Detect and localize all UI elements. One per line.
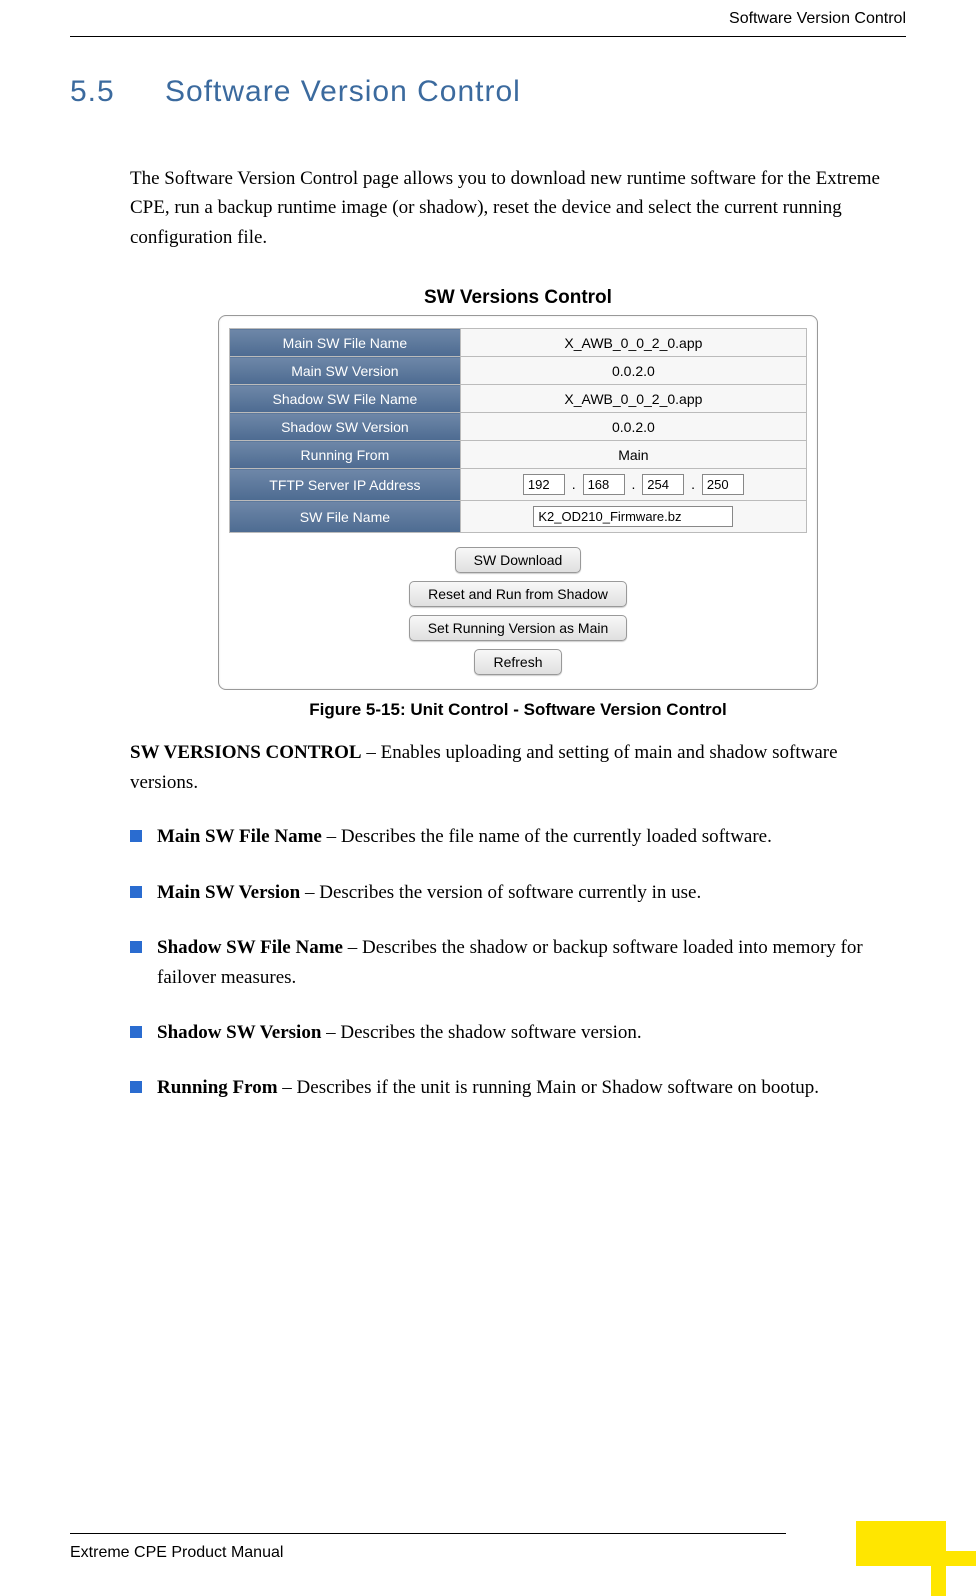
list-item-term: Running From — [157, 1077, 278, 1098]
table-row: Shadow SW File Name X_AWB_0_0_2_0.app — [230, 385, 807, 413]
sw-versions-screenshot: SW Versions Control Main SW File Name X_… — [218, 287, 818, 690]
running-header: Software Version Control — [70, 10, 906, 28]
list-item-desc: – Describes if the unit is running Main … — [278, 1077, 819, 1098]
row-value: 0.0.2.0 — [460, 357, 806, 385]
list-item-desc: – Describes the shadow software version. — [321, 1022, 641, 1043]
table-row: SW File Name — [230, 501, 807, 533]
square-bullet-icon — [130, 1081, 142, 1093]
sw-config-table: Main SW File Name X_AWB_0_0_2_0.app Main… — [229, 328, 807, 533]
square-bullet-icon — [130, 1026, 142, 1038]
list-item-text: Main SW Version – Describes the version … — [157, 878, 906, 907]
bullet-list: Main SW File Name – Describes the file n… — [130, 822, 906, 1103]
row-value: X_AWB_0_0_2_0.app — [460, 329, 806, 357]
header-rule — [70, 36, 906, 37]
figure-caption: Figure 5-15: Unit Control - Software Ver… — [130, 700, 906, 720]
square-bullet-icon — [130, 886, 142, 898]
row-label: Shadow SW File Name — [230, 385, 461, 413]
section-title-text: Software Version Control — [165, 75, 521, 108]
list-item-term: Shadow SW Version — [157, 1022, 321, 1043]
page-footer: Extreme CPE Product Manual 63 — [70, 1544, 906, 1562]
section-body: 5.5Software Version Control The Software… — [70, 75, 906, 1129]
sw-file-name-input[interactable] — [533, 506, 733, 527]
set-running-main-button[interactable]: Set Running Version as Main — [409, 615, 628, 641]
row-value: Main — [460, 441, 806, 469]
refresh-button[interactable]: Refresh — [474, 649, 561, 675]
button-stack: SW Download Reset and Run from Shadow Se… — [229, 543, 807, 679]
square-bullet-icon — [130, 941, 142, 953]
sw-file-name-cell — [460, 501, 806, 533]
sw-download-button[interactable]: SW Download — [455, 547, 582, 573]
figure-container: SW Versions Control Main SW File Name X_… — [130, 287, 906, 690]
row-label: TFTP Server IP Address — [230, 469, 461, 501]
list-item-desc: – Describes the version of software curr… — [300, 882, 701, 903]
list-item-text: Main SW File Name – Describes the file n… — [157, 822, 906, 851]
ip-octet-1[interactable] — [523, 474, 565, 495]
list-item-text: Running From – Describes if the unit is … — [157, 1073, 906, 1102]
list-item: Running From – Describes if the unit is … — [130, 1073, 906, 1102]
list-item: Shadow SW File Name – Describes the shad… — [130, 933, 906, 992]
section-heading: 5.5Software Version Control — [70, 75, 906, 109]
ip-octet-3[interactable] — [642, 474, 684, 495]
list-item-term: Shadow SW File Name — [157, 937, 343, 958]
reset-run-shadow-button[interactable]: Reset and Run from Shadow — [409, 581, 627, 607]
list-item-text: Shadow SW Version – Describes the shadow… — [157, 1018, 906, 1047]
list-item-text: Shadow SW File Name – Describes the shad… — [157, 933, 906, 992]
crop-mark-icon — [931, 1566, 946, 1596]
sw-panel: Main SW File Name X_AWB_0_0_2_0.app Main… — [218, 315, 818, 690]
footer-rule — [70, 1533, 786, 1534]
table-row: Main SW Version 0.0.2.0 — [230, 357, 807, 385]
row-label: Running From — [230, 441, 461, 469]
table-row: Main SW File Name X_AWB_0_0_2_0.app — [230, 329, 807, 357]
row-label: Shadow SW Version — [230, 413, 461, 441]
list-item-term: Main SW File Name — [157, 826, 322, 847]
table-row: TFTP Server IP Address . . . — [230, 469, 807, 501]
row-label: SW File Name — [230, 501, 461, 533]
square-bullet-icon — [130, 830, 142, 842]
row-value: 0.0.2.0 — [460, 413, 806, 441]
ip-octet-4[interactable] — [702, 474, 744, 495]
tftp-ip-cell: . . . — [460, 469, 806, 501]
definition-lead: SW VERSIONS CONTROL – Enables uploading … — [130, 738, 906, 797]
list-item-desc: – Describes the file name of the current… — [322, 826, 772, 847]
section-number: 5.5 — [70, 75, 165, 109]
definition-lead-term: SW VERSIONS CONTROL — [130, 742, 362, 763]
row-value: X_AWB_0_0_2_0.app — [460, 385, 806, 413]
row-label: Main SW File Name — [230, 329, 461, 357]
list-item-term: Main SW Version — [157, 882, 300, 903]
crop-mark-icon — [856, 1521, 946, 1566]
intro-paragraph: The Software Version Control page allows… — [130, 164, 906, 252]
list-item: Main SW Version – Describes the version … — [130, 878, 906, 907]
table-row: Shadow SW Version 0.0.2.0 — [230, 413, 807, 441]
list-item: Main SW File Name – Describes the file n… — [130, 822, 906, 851]
crop-mark-icon — [946, 1551, 976, 1566]
ip-octet-2[interactable] — [583, 474, 625, 495]
table-row: Running From Main — [230, 441, 807, 469]
footer-left: Extreme CPE Product Manual — [70, 1544, 283, 1562]
list-item: Shadow SW Version – Describes the shadow… — [130, 1018, 906, 1047]
sw-panel-title: SW Versions Control — [218, 287, 818, 309]
row-label: Main SW Version — [230, 357, 461, 385]
